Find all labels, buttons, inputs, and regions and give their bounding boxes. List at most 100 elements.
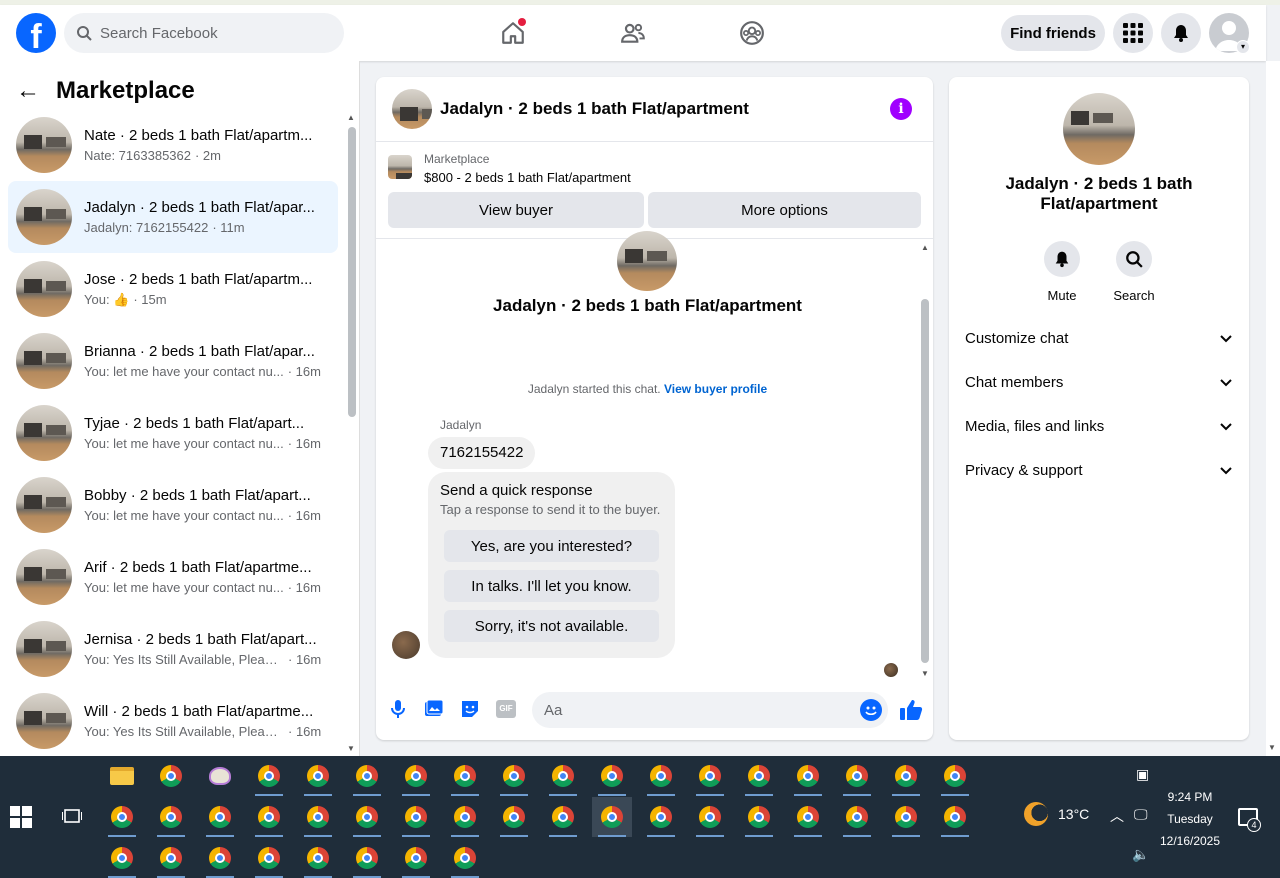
chrome-window-button[interactable] <box>935 756 975 796</box>
conversation-item-arif[interactable]: Arif · 2 beds 1 bath Flat/apartme... You:… <box>8 541 338 613</box>
scrollbar-thumb[interactable] <box>348 127 356 417</box>
nav-home[interactable] <box>497 17 529 49</box>
chrome-window-button[interactable] <box>396 756 436 796</box>
network-icon[interactable]: 🖵 <box>1134 806 1148 823</box>
chat-scrollbar[interactable]: ▲ ▼ <box>919 243 931 678</box>
chrome-window-button[interactable] <box>151 838 191 878</box>
notifications-button[interactable] <box>1161 13 1201 53</box>
chrome-window-button[interactable] <box>151 797 191 837</box>
attach-photo-button[interactable] <box>422 697 446 721</box>
conversation-item-jernisa[interactable]: Jernisa · 2 beds 1 bath Flat/apart... You… <box>8 613 338 685</box>
conversation-item-jadalyn[interactable]: Jadalyn · 2 beds 1 bath Flat/apar... Jada… <box>8 181 338 253</box>
chrome-window-button[interactable] <box>494 756 534 796</box>
chrome-window-button[interactable] <box>788 756 828 796</box>
privacy-support-section[interactable]: Privacy & support <box>965 448 1233 492</box>
customize-chat-section[interactable]: Customize chat <box>965 316 1233 360</box>
conversation-item-brianna[interactable]: Brianna · 2 beds 1 bath Flat/apar... You:… <box>8 325 338 397</box>
chrome-window-button[interactable] <box>445 797 485 837</box>
volume-icon[interactable]: 🔈 <box>1132 846 1149 863</box>
more-options-button[interactable]: More options <box>648 192 921 228</box>
scroll-down-arrow-icon[interactable]: ▼ <box>347 744 355 753</box>
chrome-window-button[interactable] <box>592 756 632 796</box>
media-files-links-section[interactable]: Media, files and links <box>965 404 1233 448</box>
chrome-window-button[interactable] <box>102 838 142 878</box>
chrome-window-button[interactable] <box>102 797 142 837</box>
chrome-window-button[interactable] <box>592 797 632 837</box>
chrome-window-button[interactable] <box>837 756 877 796</box>
chrome-window-button[interactable] <box>543 797 583 837</box>
chrome-window-button[interactable] <box>886 797 926 837</box>
chrome-window-button[interactable] <box>690 756 730 796</box>
sidebar-scrollbar[interactable]: ▲ ▼ <box>345 113 357 753</box>
chrome-window-button[interactable] <box>200 797 240 837</box>
chrome-window-button[interactable] <box>249 797 289 837</box>
listing-small-thumbnail[interactable] <box>388 155 412 179</box>
nav-friends[interactable] <box>617 17 649 49</box>
chrome-window-button[interactable] <box>739 756 779 796</box>
message-bubble[interactable]: 7162155422 <box>428 437 536 469</box>
window-scrollbar[interactable]: ▼ <box>1266 61 1280 756</box>
scroll-down-arrow-icon[interactable]: ▼ <box>1268 743 1276 752</box>
gif-button[interactable]: GIF <box>494 697 518 721</box>
chrome-window-button[interactable] <box>396 838 436 878</box>
chrome-window-button[interactable] <box>837 797 877 837</box>
chrome-window-button[interactable] <box>347 756 387 796</box>
chrome-window-button[interactable] <box>151 756 191 796</box>
search-input[interactable] <box>100 24 320 42</box>
chrome-window-button[interactable] <box>249 756 289 796</box>
chrome-window-button[interactable] <box>445 838 485 878</box>
quick-response-in-talks[interactable]: In talks. I'll let you know. <box>444 570 659 602</box>
chevron-up-icon[interactable]: ︿ <box>1110 806 1124 826</box>
sender-avatar[interactable] <box>392 631 420 659</box>
chrome-window-button[interactable] <box>886 756 926 796</box>
scroll-up-arrow-icon[interactable]: ▲ <box>921 243 929 252</box>
scrollbar-thumb[interactable] <box>921 299 929 663</box>
chrome-window-button[interactable] <box>445 756 485 796</box>
chrome-window-button[interactable] <box>494 797 534 837</box>
message-input[interactable] <box>532 692 888 728</box>
task-view-icon[interactable] <box>62 808 82 826</box>
chrome-window-button[interactable] <box>200 838 240 878</box>
chrome-window-button[interactable] <box>641 797 681 837</box>
facebook-logo[interactable]: f <box>16 13 56 53</box>
system-clock[interactable]: 9:24 PM Tuesday 12/16/2025 <box>1150 786 1230 852</box>
chat-title[interactable]: Jadalyn · 2 beds 1 bath Flat/apartment <box>440 99 749 119</box>
meet-now-icon[interactable]: ▣ <box>1136 766 1149 783</box>
chevron-down-icon[interactable]: ▾ <box>1236 40 1250 54</box>
chrome-window-button[interactable] <box>690 797 730 837</box>
mute-action[interactable]: Mute <box>1032 241 1092 303</box>
weather-widget[interactable]: 13°C <box>1024 802 1089 826</box>
windows-start-icon[interactable] <box>10 806 32 828</box>
chrome-window-button[interactable] <box>298 797 338 837</box>
chrome-window-button[interactable] <box>543 756 583 796</box>
chat-members-section[interactable]: Chat members <box>965 360 1233 404</box>
info-icon[interactable]: i <box>890 98 912 120</box>
view-buyer-profile-link[interactable]: View buyer profile <box>664 382 767 396</box>
chrome-window-button[interactable] <box>935 797 975 837</box>
conversation-item-tyjae[interactable]: Tyjae · 2 beds 1 bath Flat/apart... You: … <box>8 397 338 469</box>
voice-clip-button[interactable] <box>386 697 410 721</box>
chrome-window-button[interactable] <box>298 756 338 796</box>
search-action[interactable]: Search <box>1104 241 1164 303</box>
file-explorer-button[interactable] <box>102 756 142 796</box>
scroll-down-arrow-icon[interactable]: ▼ <box>921 669 929 678</box>
chrome-window-button[interactable] <box>396 797 436 837</box>
menu-button[interactable] <box>1113 13 1153 53</box>
thumbs-up-icon[interactable] <box>898 697 924 723</box>
conversation-item-jose[interactable]: Jose · 2 beds 1 bath Flat/apartm... You: … <box>8 253 338 325</box>
chrome-window-button[interactable] <box>347 797 387 837</box>
scroll-up-arrow-icon[interactable]: ▲ <box>347 113 355 122</box>
back-arrow-icon[interactable]: ← <box>16 77 48 105</box>
sticker-button[interactable] <box>458 697 482 721</box>
chrome-window-button[interactable] <box>788 797 828 837</box>
search-box[interactable] <box>64 13 344 53</box>
view-buyer-button[interactable]: View buyer <box>388 192 644 228</box>
listing-price[interactable]: $800 - 2 beds 1 bath Flat/apartment <box>424 170 631 185</box>
quick-response-not-available[interactable]: Sorry, it's not available. <box>444 610 659 642</box>
find-friends-button[interactable]: Find friends <box>1001 15 1105 51</box>
paint-app-button[interactable] <box>200 756 240 796</box>
chat-header-thumbnail[interactable] <box>392 89 432 129</box>
conversation-item-bobby[interactable]: Bobby · 2 beds 1 bath Flat/apart... You: … <box>8 469 338 541</box>
emoji-icon[interactable] <box>860 699 882 721</box>
nav-groups[interactable] <box>736 17 768 49</box>
